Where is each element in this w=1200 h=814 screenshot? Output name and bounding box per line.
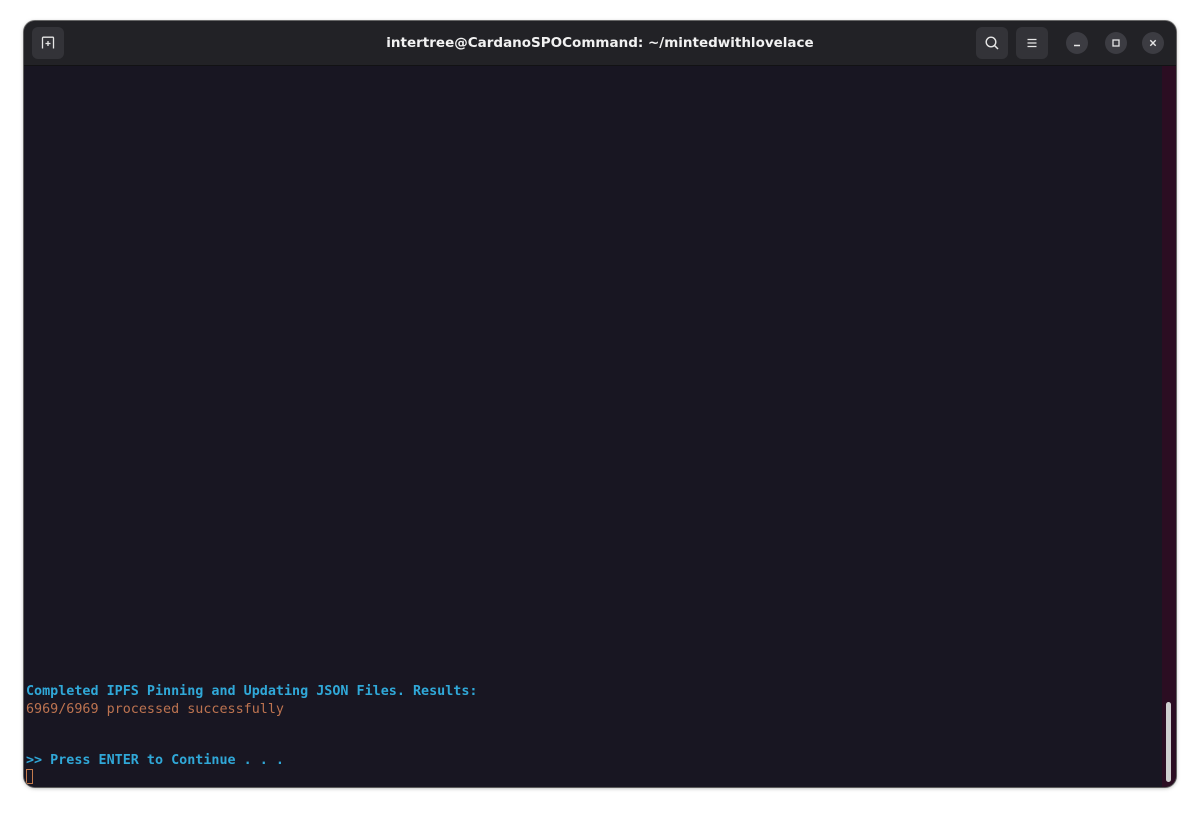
title-bar: intertree@CardanoSPOCommand: ~/mintedwit…: [24, 21, 1176, 66]
ipfs-status-heading: Completed IPFS Pinning and Updating JSON…: [26, 684, 478, 699]
continue-prompt: >> Press ENTER to Continue . . .: [26, 753, 284, 768]
search-button[interactable]: [976, 27, 1008, 59]
maximize-icon: [1112, 39, 1120, 47]
window-title: intertree@CardanoSPOCommand: ~/mintedwit…: [386, 35, 814, 51]
hamburger-menu-icon: [1027, 38, 1037, 48]
new-tab-button[interactable]: [32, 27, 64, 59]
close-button[interactable]: [1142, 32, 1164, 54]
menu-button[interactable]: [1016, 27, 1048, 59]
processed-result-line: 6969/6969 processed successfully: [26, 702, 284, 717]
new-tab-icon: [41, 36, 55, 49]
terminal-window: intertree@CardanoSPOCommand: ~/mintedwit…: [24, 21, 1176, 787]
scrollbar-track[interactable]: [1162, 66, 1176, 787]
minimize-button[interactable]: [1066, 32, 1088, 54]
text-cursor: [26, 769, 33, 784]
maximize-button[interactable]: [1105, 32, 1127, 54]
scrollbar-thumb[interactable]: [1166, 702, 1171, 782]
minimize-icon: [1074, 44, 1080, 47]
search-icon: [985, 36, 999, 50]
terminal-output[interactable]: Completed IPFS Pinning and Updating JSON…: [24, 66, 1162, 787]
close-icon: [1149, 39, 1157, 47]
